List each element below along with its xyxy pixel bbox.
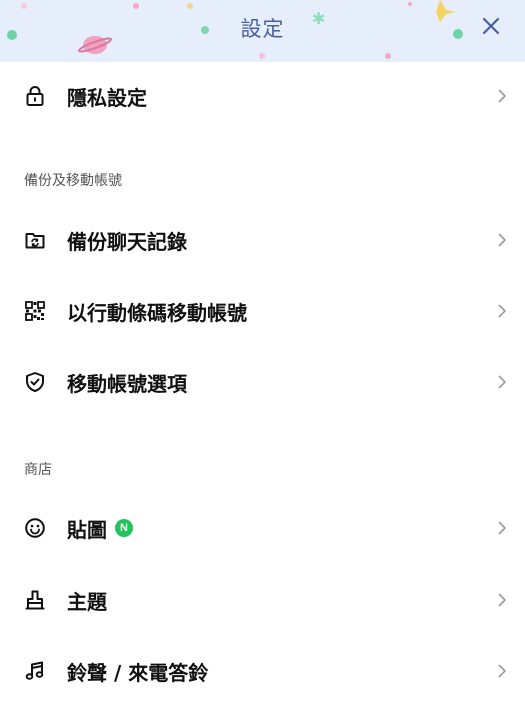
section-header-backup: 備份及移動帳號 — [24, 173, 122, 189]
close-icon — [482, 17, 500, 35]
chevron-right-icon — [495, 87, 509, 105]
chevron-right-icon — [495, 302, 509, 320]
brush-icon — [22, 587, 48, 613]
chevron-right-icon — [495, 231, 509, 249]
new-badge: N — [115, 519, 133, 537]
migrate-qr-label: 以行動條碼移動帳號 — [67, 300, 247, 325]
header-bar: ✱ 設定 — [0, 0, 525, 62]
backup-chat-label: 備份聊天記錄 — [67, 229, 187, 254]
smiley-icon — [22, 515, 48, 541]
chevron-right-icon — [495, 662, 509, 680]
backup-chat-row[interactable]: 備份聊天記錄 — [0, 212, 525, 268]
page-title: 設定 — [240, 17, 285, 41]
section-header-shop: 商店 — [24, 462, 52, 478]
qr-code-icon — [22, 298, 48, 324]
themes-row[interactable]: 主題 — [0, 572, 525, 628]
privacy-settings-row[interactable]: 隱私設定 — [0, 68, 525, 124]
stickers-label-group: 貼圖 N — [67, 514, 133, 543]
chevron-right-icon — [495, 591, 509, 609]
privacy-settings-label: 隱私設定 — [67, 85, 147, 110]
folder-sync-icon — [22, 227, 48, 253]
migrate-qr-row[interactable]: 以行動條碼移動帳號 — [0, 283, 525, 339]
close-button[interactable] — [475, 10, 507, 42]
themes-label: 主題 — [67, 589, 107, 614]
migrate-options-row[interactable]: 移動帳號選項 — [0, 354, 525, 410]
music-note-icon — [22, 658, 48, 684]
stickers-row[interactable]: 貼圖 N — [0, 500, 525, 556]
chevron-right-icon — [495, 373, 509, 391]
lock-icon — [22, 83, 48, 109]
chevron-right-icon — [495, 519, 509, 537]
settings-screen: ✱ 設定 隱私設定 備份及移動帳號 備份聊天記錄 以行動條碼移動帳號 移動帳號選… — [0, 0, 525, 703]
shield-check-icon — [22, 369, 48, 395]
ringtones-row[interactable]: 鈴聲 / 來電答鈴 — [0, 643, 525, 699]
ringtones-label: 鈴聲 / 來電答鈴 — [67, 660, 209, 685]
stickers-label: 貼圖 — [67, 517, 107, 542]
migrate-options-label: 移動帳號選項 — [67, 371, 187, 396]
